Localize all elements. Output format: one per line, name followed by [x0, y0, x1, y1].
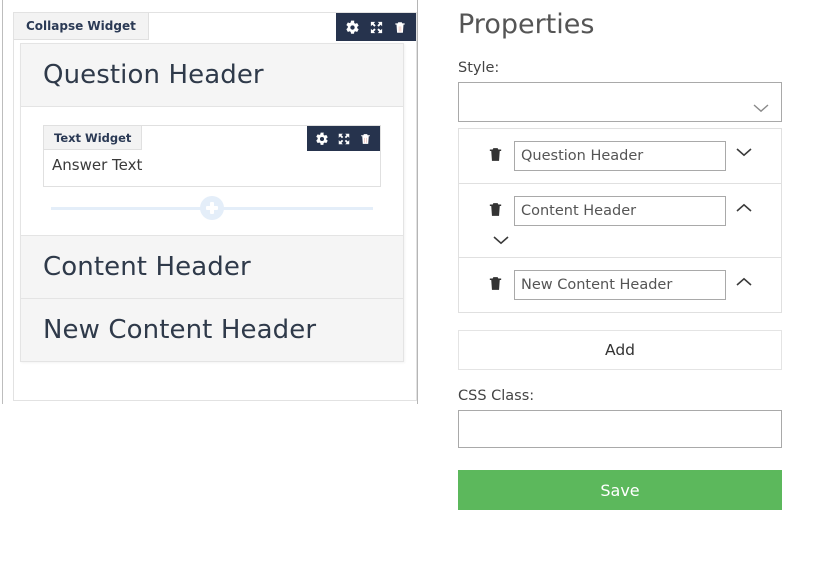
accordion-header-new-content[interactable]: New Content Header	[21, 299, 403, 361]
chevron-down-icon[interactable]	[493, 236, 767, 245]
accordion-header-content[interactable]: Content Header	[21, 236, 403, 299]
collapse-widget-toolbar: Collapse Widget	[14, 13, 416, 41]
text-widget-toolbar: Text Widget	[44, 126, 380, 151]
header-row	[459, 257, 781, 312]
header-name-input[interactable]	[514, 196, 726, 226]
trash-icon[interactable]	[359, 132, 372, 146]
collapse-widget-tools	[336, 13, 416, 41]
add-widget-divider[interactable]	[51, 191, 373, 225]
header-row	[459, 183, 781, 257]
accordion-panel-question: Text Widget Answer Text	[21, 107, 403, 236]
css-class-label: CSS Class:	[458, 388, 535, 404]
collapse-widget-tab-label: Collapse Widget	[26, 19, 136, 33]
text-widget: Text Widget Answer Text	[43, 125, 381, 187]
accordion-header-question-label: Question Header	[43, 60, 264, 90]
header-row	[459, 128, 781, 183]
trash-icon[interactable]	[487, 200, 504, 219]
trash-icon[interactable]	[487, 274, 504, 293]
gear-icon[interactable]	[345, 20, 360, 35]
save-button-label: Save	[600, 480, 640, 500]
move-icon[interactable]	[369, 20, 384, 35]
app-root: Collapse Widget Question Header Text Wid…	[0, 0, 814, 573]
collapse-widget-tab[interactable]: Collapse Widget	[14, 13, 149, 40]
css-class-input[interactable]	[458, 410, 782, 448]
accordion-header-content-label: Content Header	[43, 252, 251, 282]
add-button[interactable]: Add	[458, 330, 782, 370]
chevron-down-icon[interactable]	[736, 148, 752, 157]
move-icon[interactable]	[337, 132, 351, 146]
page-title: Properties	[458, 9, 595, 40]
style-select[interactable]	[458, 82, 782, 122]
accordion-header-question[interactable]: Question Header	[21, 44, 403, 107]
style-label: Style:	[458, 60, 500, 76]
trash-icon[interactable]	[393, 20, 407, 35]
panel-divider	[417, 0, 418, 404]
header-list	[458, 128, 782, 313]
text-widget-tools	[307, 126, 380, 151]
properties-panel: Properties Style: Question Header Conten…	[458, 0, 798, 510]
chevron-up-icon[interactable]	[736, 277, 752, 286]
accordion-header-new-content-label: New Content Header	[43, 315, 317, 345]
add-button-label: Add	[604, 341, 635, 359]
trash-icon[interactable]	[487, 145, 504, 164]
header-name-input[interactable]	[514, 270, 726, 300]
plus-icon[interactable]	[200, 196, 224, 220]
left-edge-rule	[2, 0, 3, 404]
gear-icon[interactable]	[315, 132, 329, 146]
text-widget-tab[interactable]: Text Widget	[44, 126, 143, 150]
widget-canvas: Collapse Widget Question Header Text Wid…	[13, 12, 417, 401]
collapse-widget-body: Question Header Text Widget Answer Text …	[20, 43, 404, 362]
save-button[interactable]: Save	[458, 470, 782, 510]
text-widget-content[interactable]: Answer Text	[44, 150, 380, 186]
text-widget-tab-label: Text Widget	[54, 130, 132, 145]
header-name-input[interactable]	[514, 141, 726, 171]
chevron-up-icon[interactable]	[736, 203, 752, 212]
chevron-down-icon	[753, 98, 769, 117]
